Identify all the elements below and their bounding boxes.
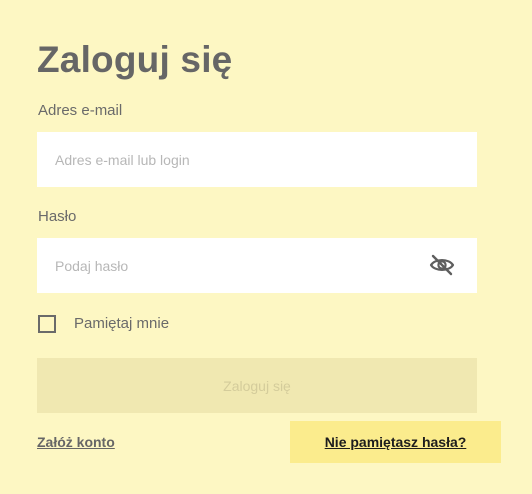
email-label: Adres e-mail: [38, 102, 123, 119]
page-title: Zaloguj się: [37, 39, 233, 80]
password-visibility-toggle[interactable]: [428, 253, 456, 277]
remember-me-option[interactable]: Pamiętaj mnie: [38, 314, 169, 334]
remember-me-label: Pamiętaj mnie: [74, 315, 170, 332]
eye-slash-icon: [429, 254, 455, 276]
create-account-link[interactable]: Załóż konto: [37, 432, 115, 452]
remember-me-checkbox[interactable]: [38, 315, 56, 333]
password-input[interactable]: [37, 238, 477, 293]
forgot-password-highlight[interactable]: Nie pamiętasz hasła?: [290, 421, 501, 463]
login-button[interactable]: Zaloguj się: [37, 358, 477, 413]
forgot-password-link[interactable]: Nie pamiętasz hasła?: [325, 432, 467, 452]
login-panel: Zaloguj się Adres e-mail Hasło Pamiętaj …: [0, 0, 532, 494]
email-input[interactable]: [37, 132, 477, 187]
password-label: Hasło: [38, 208, 77, 225]
